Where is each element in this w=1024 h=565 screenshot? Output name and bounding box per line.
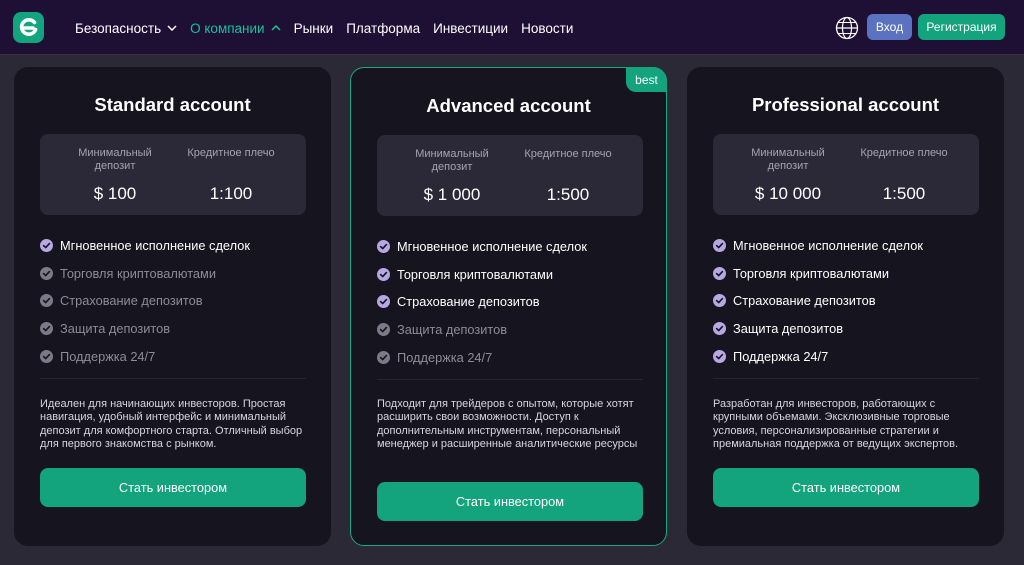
feature-item: Мгновенное исполнение сделок <box>713 232 983 260</box>
card-description: Идеален для начинающих инвесторов. Прост… <box>40 398 303 450</box>
check-circle-icon <box>377 267 390 281</box>
nav-item-label: О компании <box>190 20 265 36</box>
feature-text: Торговля криптовалютами <box>397 266 553 282</box>
check-circle-icon <box>377 323 390 337</box>
nav-item-investments[interactable]: Инвестиции <box>433 21 508 36</box>
min-deposit-label: Минимальный депозит <box>415 148 489 173</box>
account-card: Professional account Минимальный депозит… <box>687 67 1004 546</box>
feature-text: Страхование депозитов <box>733 293 876 309</box>
min-deposit-label: Минимальный депозит <box>78 147 152 172</box>
check-circle-icon <box>377 350 390 364</box>
check-circle-icon <box>40 266 53 280</box>
feature-text: Поддержка 24/7 <box>60 348 156 364</box>
top-navbar: Безопасность О компании Рынки Платформа … <box>0 0 1024 55</box>
feature-text: Торговля криптовалютами <box>733 265 889 281</box>
feature-item: Торговля криптовалютами <box>40 260 310 288</box>
card-description: Подходит для трейдеров с опытом, которые… <box>377 398 638 450</box>
card-description: Разработан для инвесторов, работающих с … <box>713 398 959 450</box>
feature-text: Страхование депозитов <box>60 293 203 309</box>
feature-text: Мгновенное исполнение сделок <box>733 238 923 254</box>
check-circle-icon <box>40 239 53 253</box>
nav-item-label: Инвестиции <box>433 20 509 36</box>
nav-item-label: Платформа <box>346 20 421 36</box>
nav-item-about[interactable]: О компании <box>190 20 281 36</box>
card-title: Professional account <box>751 94 940 115</box>
feature-item: Защита депозитов <box>713 315 983 343</box>
feature-text: Страхование депозитов <box>397 294 540 310</box>
feature-item: Защита депозитов <box>40 315 310 343</box>
nav-item-label: Новости <box>521 20 574 36</box>
nav-item-platform[interactable]: Платформа <box>346 21 420 36</box>
feature-item: Поддержка 24/7 <box>40 342 310 370</box>
nav-item-label: Рынки <box>293 20 334 36</box>
feature-text: Поддержка 24/7 <box>733 348 829 364</box>
min-deposit-label: Минимальный депозит <box>751 147 825 172</box>
leverage-label: Кредитное плечо <box>187 147 275 159</box>
check-circle-icon <box>40 349 53 363</box>
min-deposit-value: $ 100 <box>93 184 137 203</box>
feature-list: Мгновенное исполнение сделок Торговля кр… <box>713 232 983 370</box>
become-investor-button[interactable]: Стать инвестором <box>377 482 643 521</box>
divider <box>40 378 306 379</box>
nav-item-markets[interactable]: Рынки <box>294 21 334 36</box>
divider <box>713 378 979 379</box>
leverage-value: 1:500 <box>546 185 590 204</box>
feature-list: Мгновенное исполнение сделок Торговля кр… <box>40 232 310 370</box>
feature-item: Страхование депозитов <box>40 287 310 315</box>
chevron-up-icon <box>271 25 281 31</box>
register-button[interactable]: Регистрация <box>918 14 1005 40</box>
nav-item-label: Безопасность <box>75 20 162 36</box>
check-circle-icon <box>713 322 726 336</box>
check-circle-icon <box>377 295 390 309</box>
feature-item: Мгновенное исполнение сделок <box>40 232 310 260</box>
check-circle-icon <box>40 322 53 336</box>
nav-item-news[interactable]: Новости <box>521 21 573 36</box>
feature-item: Поддержка 24/7 <box>377 343 647 371</box>
check-circle-icon <box>713 294 726 308</box>
divider <box>377 379 643 380</box>
leverage-label: Кредитное плечо <box>860 147 948 159</box>
become-investor-button[interactable]: Стать инвестором <box>40 468 306 507</box>
check-circle-icon <box>713 266 726 280</box>
account-stats: Минимальный депозит Кредитное плечо $ 10… <box>713 134 979 215</box>
feature-item: Страхование депозитов <box>377 288 647 316</box>
feature-text: Мгновенное исполнение сделок <box>397 239 587 255</box>
feature-item: Торговля криптовалютами <box>377 261 647 289</box>
login-button[interactable]: Вход <box>867 14 912 40</box>
feature-list: Мгновенное исполнение сделок Торговля кр… <box>377 233 647 371</box>
leverage-value: 1:100 <box>209 184 253 203</box>
feature-text: Торговля криптовалютами <box>60 265 216 281</box>
feature-item: Мгновенное исполнение сделок <box>377 233 647 261</box>
card-title: Advanced account <box>426 95 591 116</box>
min-deposit-value: $ 1 000 <box>423 185 481 204</box>
check-circle-icon <box>713 349 726 363</box>
feature-item: Торговля криптовалютами <box>713 260 983 288</box>
feature-text: Защита депозитов <box>733 321 844 337</box>
best-badge: best <box>626 67 667 92</box>
card-title: Standard account <box>94 94 251 115</box>
brand-logo-icon[interactable] <box>13 12 44 43</box>
account-card: Standard account Минимальный депозит Кре… <box>14 67 331 546</box>
feature-item: Поддержка 24/7 <box>713 342 983 370</box>
check-circle-icon <box>377 240 390 254</box>
feature-text: Мгновенное исполнение сделок <box>60 238 250 254</box>
account-stats: Минимальный депозит Кредитное плечо $ 1 … <box>377 135 643 216</box>
chevron-down-icon <box>167 25 177 31</box>
globe-icon[interactable] <box>835 16 859 40</box>
min-deposit-value: $ 10 000 <box>754 184 822 203</box>
become-investor-button[interactable]: Стать инвестором <box>713 468 979 507</box>
feature-text: Поддержка 24/7 <box>397 349 493 365</box>
check-circle-icon <box>713 239 726 253</box>
main-nav: Безопасность О компании Рынки Платформа … <box>75 18 586 38</box>
leverage-value: 1:500 <box>882 184 926 203</box>
feature-item: Защита депозитов <box>377 316 647 344</box>
account-stats: Минимальный депозит Кредитное плечо $ 10… <box>40 134 306 215</box>
feature-text: Защита депозитов <box>397 322 508 338</box>
check-circle-icon <box>40 294 53 308</box>
account-card: best Advanced account Минимальный депозит… <box>350 67 667 546</box>
nav-item-security[interactable]: Безопасность <box>75 21 177 36</box>
feature-text: Защита депозитов <box>60 321 171 337</box>
leverage-label: Кредитное плечо <box>524 148 612 160</box>
feature-item: Страхование депозитов <box>713 287 983 315</box>
